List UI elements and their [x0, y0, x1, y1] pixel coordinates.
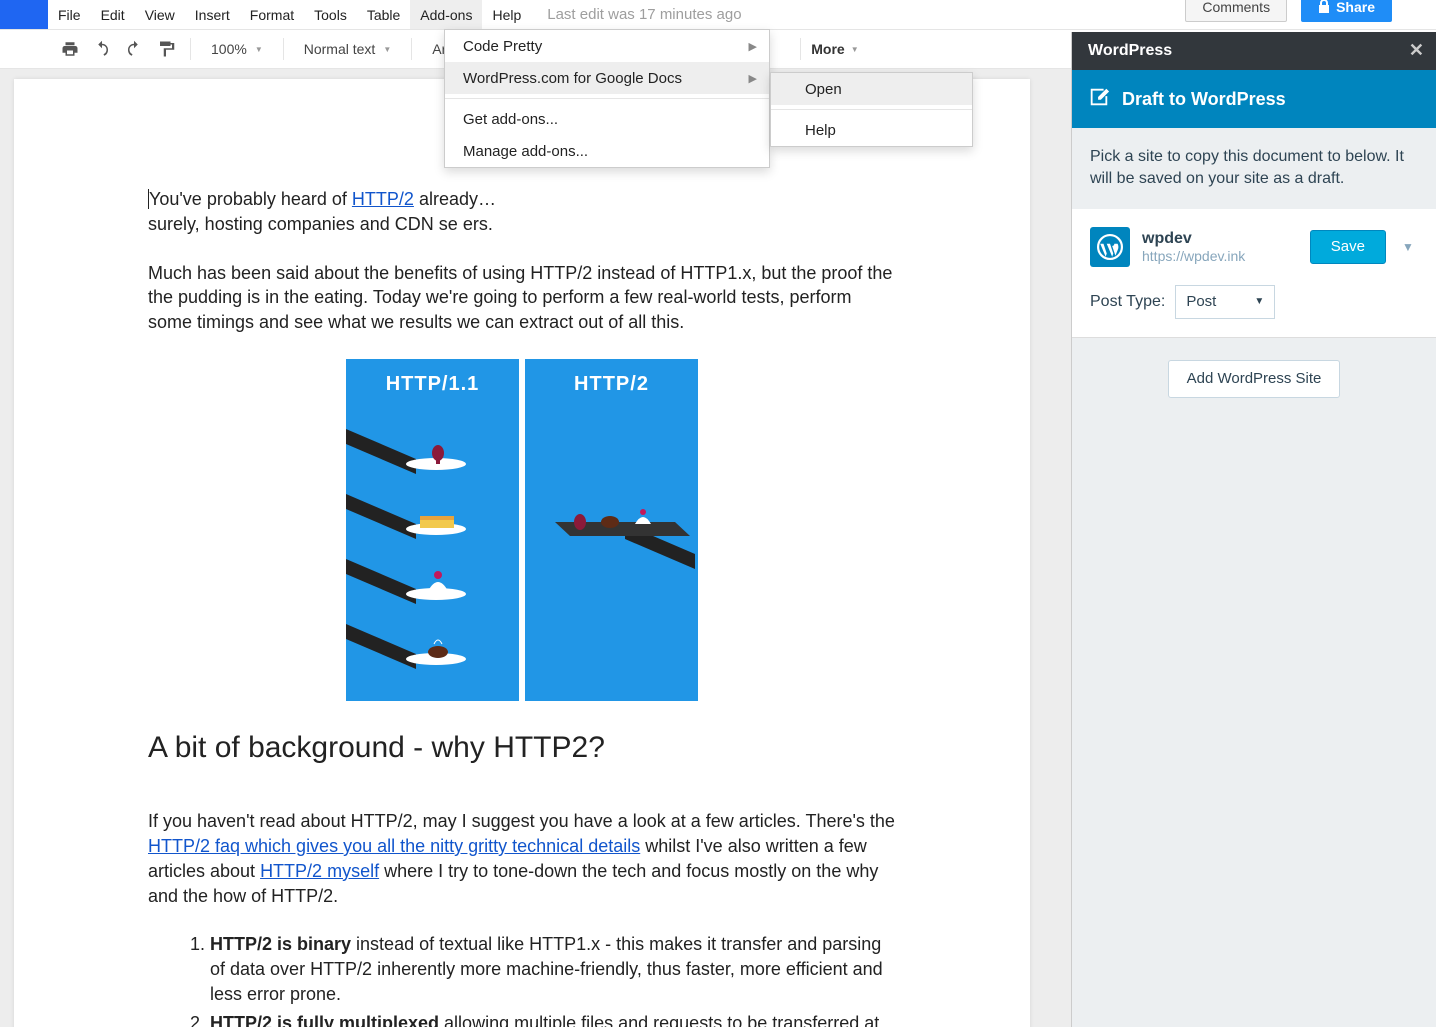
illus-label: HTTP/2: [525, 373, 698, 396]
submenu-arrow-icon: ▶: [749, 40, 757, 53]
caret-icon: ▼: [255, 45, 263, 54]
doc-heading: A bit of background - why HTTP2?: [148, 731, 896, 765]
post-type-row: Post Type: Post ▼: [1090, 285, 1418, 319]
sidebar-title: Draft to WordPress: [1072, 70, 1436, 128]
chevron-down-icon[interactable]: ▼: [1398, 240, 1418, 254]
submenu-arrow-icon: ▶: [749, 72, 757, 85]
print-icon[interactable]: [56, 35, 84, 63]
doc-paragraph: You've probably heard of HTTP/2 already…: [148, 187, 896, 212]
list-item: HTTP/2 is fully multiplexed allowing mul…: [210, 1011, 896, 1027]
illus-http2: HTTP/2: [525, 359, 698, 701]
addons-submenu: Open Help: [770, 72, 973, 147]
separator: [445, 98, 769, 99]
addon-item-manage-addons[interactable]: Manage add-ons...: [445, 135, 769, 167]
lock-icon: [1318, 0, 1330, 16]
site-row: wpdev https://wpdev.ink Save ▼: [1090, 227, 1418, 267]
post-type-label: Post Type:: [1090, 293, 1165, 311]
sidebar-title-text: Draft to WordPress: [1122, 89, 1286, 110]
caret-icon: ▼: [851, 45, 859, 54]
more-label: More: [811, 41, 844, 57]
addon-item-wordpress[interactable]: WordPress.com for Google Docs ▶: [445, 62, 769, 94]
paint-format-icon[interactable]: [152, 35, 180, 63]
post-type-value: Post: [1186, 293, 1216, 310]
draft-icon: [1088, 86, 1110, 113]
http-illustration: HTTP/1.1 HTTP/2: [346, 359, 698, 701]
menu-edit[interactable]: Edit: [91, 0, 135, 29]
wordpress-logo-icon: [1090, 227, 1130, 267]
menu-file[interactable]: File: [48, 0, 91, 29]
doc-text: If you haven't read about HTTP/2, may I …: [148, 811, 895, 831]
menu-format[interactable]: Format: [240, 0, 304, 29]
illus-http11: HTTP/1.1: [346, 359, 519, 701]
caret-icon: ▼: [1254, 296, 1264, 307]
wordpress-sidebar: WordPress ✕ Draft to WordPress Pick a si…: [1071, 32, 1436, 1027]
add-wordpress-site-button[interactable]: Add WordPress Site: [1168, 360, 1341, 398]
share-button[interactable]: Share: [1301, 0, 1392, 22]
separator: [771, 109, 972, 110]
submenu-item-open[interactable]: Open: [771, 73, 972, 105]
doc-paragraph: Much has been said about the benefits of…: [148, 261, 896, 335]
save-button[interactable]: Save: [1310, 230, 1386, 264]
list-item: HTTP/2 is binary instead of textual like…: [210, 932, 896, 1006]
menu-insert[interactable]: Insert: [185, 0, 240, 29]
menu-addons[interactable]: Add-ons: [410, 0, 482, 29]
submenu-item-help[interactable]: Help: [771, 114, 972, 146]
doc-paragraph: surely, hosting companies and CDN se ers…: [148, 212, 896, 237]
addon-item-get-addons[interactable]: Get add-ons...: [445, 103, 769, 135]
app-logo[interactable]: [0, 0, 48, 29]
menu-view[interactable]: View: [135, 0, 185, 29]
addon-item-code-pretty[interactable]: Code Pretty ▶: [445, 30, 769, 62]
menu-bar: File Edit View Insert Format Tools Table…: [48, 0, 531, 29]
document-canvas[interactable]: You've probably heard of HTTP/2 already……: [0, 69, 1071, 1027]
separator: [800, 38, 801, 60]
site-name: wpdev: [1142, 230, 1298, 248]
sidebar-site-block: wpdev https://wpdev.ink Save ▼ Post Type…: [1072, 209, 1436, 338]
doc-link-faq[interactable]: HTTP/2 faq which gives you all the nitty…: [148, 836, 640, 856]
site-url: https://wpdev.ink: [1142, 248, 1298, 264]
menu-table[interactable]: Table: [357, 0, 410, 29]
doc-bold: HTTP/2 is fully multiplexed: [210, 1013, 439, 1027]
menu-help[interactable]: Help: [482, 0, 531, 29]
doc-text: You've probably heard of: [148, 189, 352, 209]
style-value: Normal text: [304, 41, 376, 57]
zoom-value: 100%: [211, 41, 247, 57]
style-dropdown[interactable]: Normal text ▼: [294, 35, 402, 63]
doc-link-myself[interactable]: HTTP/2 myself: [260, 861, 379, 881]
sidebar-description: Pick a site to copy this document to bel…: [1072, 128, 1436, 209]
post-type-select[interactable]: Post ▼: [1175, 285, 1275, 319]
share-label: Share: [1336, 0, 1375, 15]
illus-label: HTTP/1.1: [346, 373, 519, 396]
menu-tools[interactable]: Tools: [304, 0, 357, 29]
addon-label: WordPress.com for Google Docs: [463, 70, 682, 87]
close-icon[interactable]: ✕: [1409, 40, 1424, 61]
zoom-dropdown[interactable]: 100% ▼: [201, 35, 273, 63]
top-right-buttons: Comments Share: [1185, 0, 1392, 22]
more-dropdown[interactable]: More ▼: [811, 41, 858, 57]
doc-list: HTTP/2 is binary instead of textual like…: [148, 932, 896, 1027]
separator: [190, 38, 191, 60]
sidebar-header: WordPress ✕: [1072, 32, 1436, 70]
doc-text: already…: [414, 189, 496, 209]
document-page: You've probably heard of HTTP/2 already……: [14, 79, 1030, 1027]
redo-icon[interactable]: [120, 35, 148, 63]
caret-icon: ▼: [383, 45, 391, 54]
menu-bar-row: File Edit View Insert Format Tools Table…: [0, 0, 1436, 29]
addon-label: Code Pretty: [463, 38, 542, 55]
site-info: wpdev https://wpdev.ink: [1142, 230, 1298, 264]
separator: [283, 38, 284, 60]
doc-paragraph: If you haven't read about HTTP/2, may I …: [148, 809, 896, 908]
last-edit-text: Last edit was 17 minutes ago: [547, 6, 741, 23]
addons-dropdown: Code Pretty ▶ WordPress.com for Google D…: [444, 29, 770, 168]
comments-button[interactable]: Comments: [1185, 0, 1287, 22]
doc-link-http2[interactable]: HTTP/2: [352, 189, 414, 209]
sidebar-header-title: WordPress: [1088, 42, 1172, 60]
doc-bold: HTTP/2 is binary: [210, 934, 351, 954]
undo-icon[interactable]: [88, 35, 116, 63]
separator: [411, 38, 412, 60]
